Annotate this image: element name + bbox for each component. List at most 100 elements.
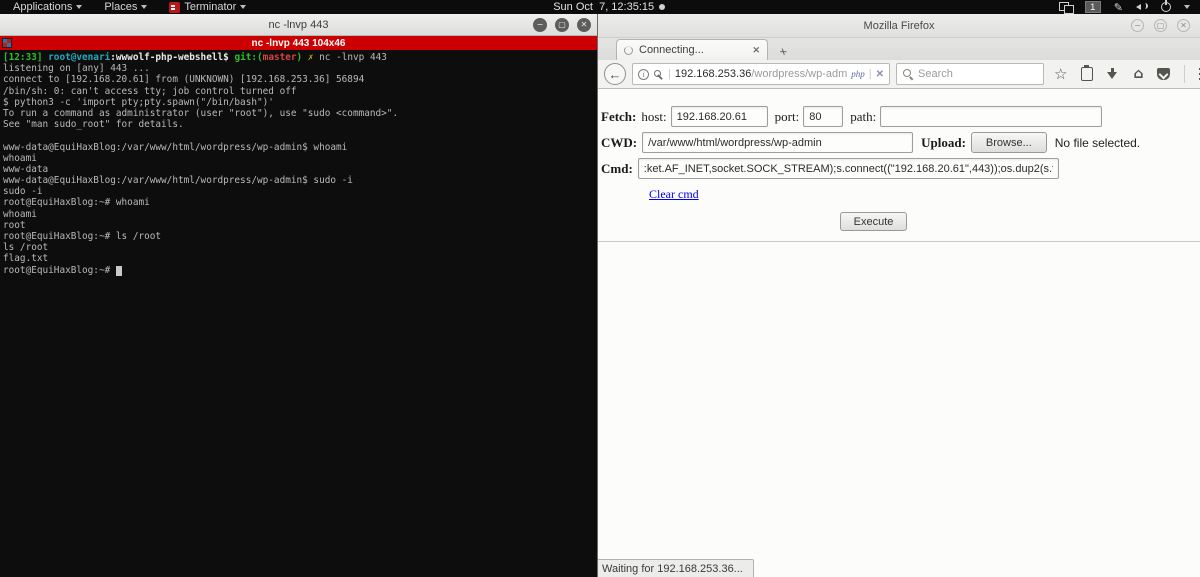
top-panel: Applications Places Terminator Sun Oct 7…: [0, 0, 1200, 14]
terminal-line: root@EquiHaxBlog:~# ls /root: [3, 231, 594, 242]
minimize-button[interactable]: −: [533, 18, 547, 32]
terminal-line: root: [3, 220, 594, 231]
navbar-icons: ☆ ⌂: [1050, 65, 1200, 83]
pen-icon[interactable]: ✎: [1114, 1, 1123, 14]
terminal-output[interactable]: [12:33] root@venari:wwwolf-php-webshell$…: [0, 50, 597, 278]
search-icon: [903, 69, 913, 79]
fetch-row: Fetch: host: port: path:: [601, 106, 1196, 127]
terminator-menu-label: Terminator: [184, 1, 236, 13]
back-button[interactable]: ←: [604, 63, 626, 85]
terminator-window: nc -lnvp 443 − ▢ ✕ nc -lnvp 443 104x46 […: [0, 14, 597, 577]
stop-loading-icon[interactable]: ✕: [876, 69, 884, 80]
clock-text: Sun Oct 7, 12:35:15: [553, 1, 654, 13]
key-icon[interactable]: [653, 69, 664, 80]
terminal-line: See "man sudo_root" for details.: [3, 119, 594, 130]
terminal-window-controls: − ▢ ✕: [533, 18, 597, 32]
terminal-line: connect to [192.168.20.61] from (UNKNOWN…: [3, 74, 594, 85]
terminal-line: To run a command as administrator (user …: [3, 108, 594, 119]
terminal-line: [12:33] root@venari:wwwolf-php-webshell$…: [3, 52, 594, 63]
terminal-line: www-data@EquiHaxBlog:/var/www/html/wordp…: [3, 142, 594, 153]
url-bar[interactable]: i | 192.168.253.36/wordpress/wp-admin/we…: [632, 63, 890, 85]
caret-down-icon[interactable]: [1184, 5, 1190, 9]
terminal-tab-bar[interactable]: nc -lnvp 443 104x46: [0, 36, 597, 50]
bookmark-star-icon[interactable]: ☆: [1054, 65, 1067, 83]
applications-menu-label: Applications: [13, 1, 72, 13]
terminal-line: $ python3 -c 'import pty;pty.spawn("/bin…: [3, 97, 594, 108]
minimize-button[interactable]: −: [1131, 19, 1144, 32]
search-placeholder: Search: [918, 68, 953, 80]
terminator-menu[interactable]: Terminator: [160, 0, 255, 14]
divider: |: [668, 68, 671, 80]
clear-cmd-link[interactable]: Clear cmd: [649, 187, 699, 202]
tab-close-icon[interactable]: ✕: [752, 45, 760, 56]
terminal-cursor: [116, 266, 122, 276]
cwd-row: CWD: Upload: Browse... No file selected.: [601, 132, 1196, 153]
no-file-text: No file selected.: [1055, 136, 1140, 150]
workspace-indicator[interactable]: 1: [1085, 1, 1101, 13]
places-menu-label: Places: [104, 1, 137, 13]
home-icon[interactable]: ⌂: [1133, 67, 1143, 81]
firefox-window: Mozilla Firefox − ▢ ✕ Connecting... ✕ + …: [597, 14, 1200, 577]
execute-button[interactable]: Execute: [840, 212, 908, 231]
terminal-line: flag.txt: [3, 253, 594, 264]
terminal-tab-title: nc -lnvp 443 104x46: [0, 38, 597, 49]
desktop: Applications Places Terminator Sun Oct 7…: [0, 0, 1200, 577]
fetch-label: Fetch:: [601, 109, 636, 125]
clock[interactable]: Sun Oct 7, 12:35:15: [553, 1, 665, 13]
close-button[interactable]: ✕: [1177, 19, 1190, 32]
volume-icon[interactable]: [1136, 2, 1148, 12]
terminal-line: /bin/sh: 0: can't access tty; job contro…: [3, 86, 594, 97]
downloads-icon[interactable]: [1107, 68, 1119, 80]
status-bar: Waiting for 192.168.253.36...: [598, 559, 754, 577]
panel-menus: Applications Places Terminator: [0, 0, 255, 14]
terminal-line: root@EquiHaxBlog:~#: [3, 265, 594, 276]
browse-button[interactable]: Browse...: [971, 132, 1047, 153]
terminal-line: www-data: [3, 164, 594, 175]
tab-connecting[interactable]: Connecting... ✕: [616, 39, 768, 60]
divider: |: [869, 68, 872, 80]
url-host: 192.168.253.36: [675, 68, 751, 80]
fetch-path-input[interactable]: [880, 106, 1102, 127]
terminator-icon: [169, 2, 180, 13]
webshell-page: Fetch: host: port: path: CWD: Upload: Br…: [598, 89, 1200, 577]
url-text[interactable]: 192.168.253.36/wordpress/wp-admin/webshe…: [675, 68, 847, 80]
fetch-host-input[interactable]: [671, 106, 768, 127]
screens-icon[interactable]: [1059, 2, 1072, 12]
site-info-icon[interactable]: i: [638, 69, 649, 80]
divider: [1184, 65, 1185, 83]
firefox-tab-bar: Connecting... ✕ +: [598, 38, 1200, 60]
terminal-titlebar[interactable]: nc -lnvp 443 − ▢ ✕: [0, 14, 597, 36]
places-menu[interactable]: Places: [95, 0, 156, 14]
bookmarks-clipboard-icon[interactable]: [1081, 67, 1093, 81]
cwd-input[interactable]: [642, 132, 913, 153]
host-label: host:: [641, 109, 666, 125]
terminal-line: [3, 130, 594, 141]
cwd-label: CWD:: [601, 135, 637, 151]
caret-down-icon: [76, 5, 82, 9]
applications-menu[interactable]: Applications: [4, 0, 91, 14]
pocket-icon[interactable]: [1157, 68, 1170, 80]
webshell-form: Fetch: host: port: path: CWD: Upload: Br…: [598, 89, 1200, 242]
firefox-window-controls: − ▢ ✕: [1131, 19, 1200, 32]
terminal-line: whoami: [3, 209, 594, 220]
loading-spinner-icon: [624, 46, 633, 55]
tab-title: Connecting...: [639, 44, 704, 56]
maximize-button[interactable]: ▢: [1154, 19, 1167, 32]
maximize-button[interactable]: ▢: [555, 18, 569, 32]
terminal-line: ls /root: [3, 242, 594, 253]
upload-label: Upload:: [921, 135, 966, 151]
firefox-titlebar[interactable]: Mozilla Firefox − ▢ ✕: [598, 14, 1200, 38]
new-tab-button[interactable]: +: [767, 42, 799, 60]
fetch-port-input[interactable]: [803, 106, 843, 127]
search-bar[interactable]: Search: [896, 63, 1044, 85]
port-label: port:: [775, 109, 800, 125]
close-button[interactable]: ✕: [577, 18, 591, 32]
caret-down-icon: [141, 5, 147, 9]
cmd-label: Cmd:: [601, 161, 633, 177]
cmd-input[interactable]: [638, 158, 1059, 179]
url-path: /wordpress/wp-admin/webshell.php: [751, 68, 847, 80]
cmd-row: Cmd:: [601, 158, 1196, 179]
terminal-line: www-data@EquiHaxBlog:/var/www/html/wordp…: [3, 175, 594, 186]
php-autocomplete-badge: php: [851, 69, 865, 79]
power-icon[interactable]: [1161, 2, 1171, 12]
